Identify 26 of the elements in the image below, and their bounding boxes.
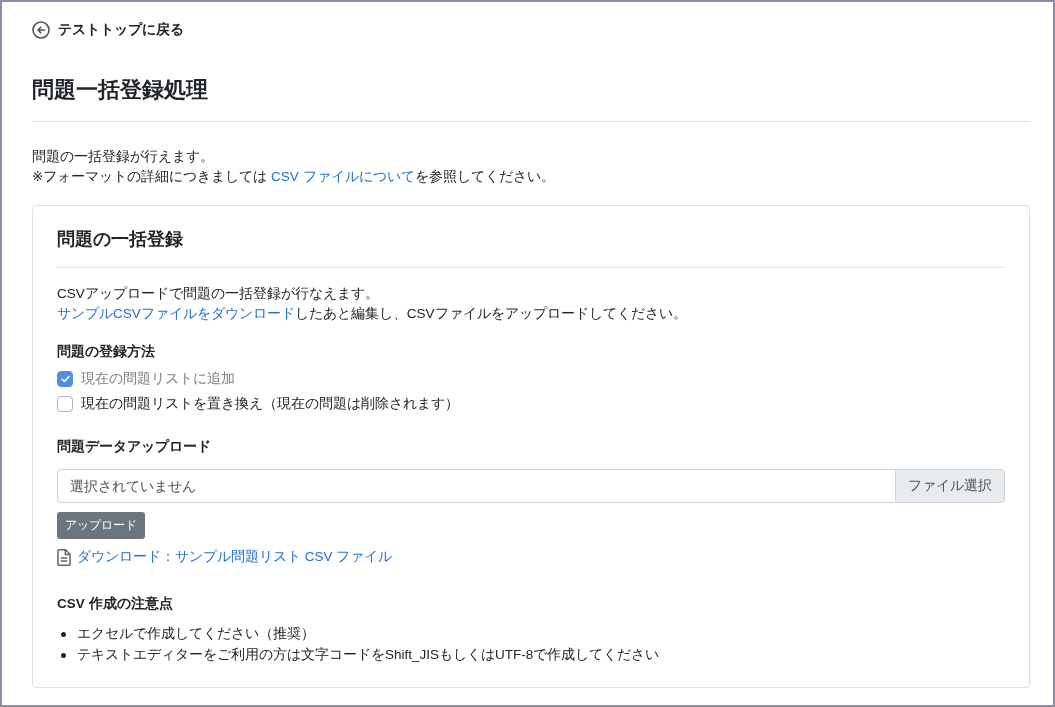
file-select-button[interactable]: ファイル選択 [895,469,1005,503]
sample-csv-link[interactable]: サンプルCSVファイルをダウンロード [57,306,295,321]
file-name-field[interactable]: 選択されていません [57,469,895,503]
back-link[interactable]: テストトップに戻る [32,19,184,41]
section-label: CSV 作成の注意点 [57,594,173,613]
download-link[interactable]: ダウンロード：サンプル問題リスト CSV ファイル [57,547,393,567]
card-title: 問題の一括登録 [57,228,183,251]
upload-button[interactable]: アップロード [57,512,145,539]
arrow-left-circle-icon [32,21,50,39]
bullet-icon [61,631,66,637]
csv-file-link[interactable]: CSV ファイルについて [271,169,415,184]
section-label: 問題の登録方法 [57,343,155,361]
note-text: テキストエディターをご利用の方は文字コードをShift_JISもしくはUTF-8で作成してください [77,646,660,664]
format-note: ※フォーマットの詳細につきましては CSV ファイルについて を参照してください。 [32,168,555,186]
page-title: 問題一括登録処理 [32,78,208,103]
card-description: CSVアップロードで問題の一括登録が行なえます。 [57,285,379,303]
checkbox-label: 現在の問題リストに追加 [81,369,235,388]
document-icon [57,548,71,566]
checkbox-label: 現在の問題リストを置き換え（現在の問題は削除されます） [81,394,459,413]
note-text: エクセルで作成してください（推奨） [77,625,315,643]
section-label: 問題データアップロード [57,438,211,456]
checkmark-icon [60,374,70,383]
bullet-icon [61,652,66,658]
intro-text: 問題の一括登録が行えます。 [32,148,214,166]
checkbox[interactable] [57,395,73,412]
sample-download-note: サンプルCSVファイルをダウンロード したあと編集し、CSVファイルをアップロードしてください。 [57,305,687,323]
